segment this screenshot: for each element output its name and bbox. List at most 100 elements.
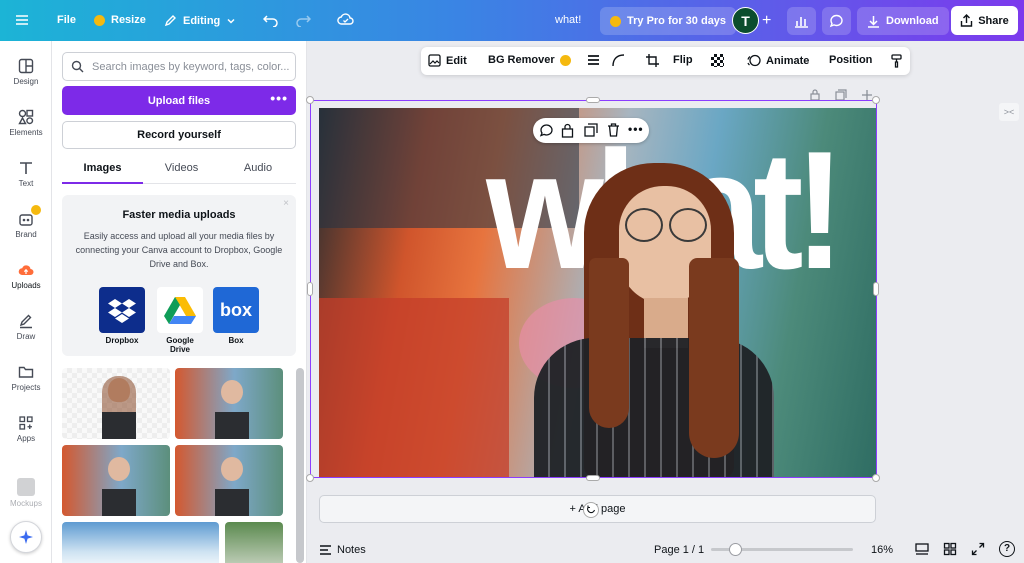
- rail-item-elements[interactable]: Elements: [0, 109, 52, 137]
- upload-files-button[interactable]: Upload files •••: [62, 86, 296, 115]
- flip-button[interactable]: Flip: [673, 54, 693, 66]
- more-options-icon[interactable]: •••: [628, 122, 644, 136]
- comment-add-icon[interactable]: [539, 123, 554, 138]
- magic-assistant-button[interactable]: [10, 521, 42, 553]
- upload-thumbnail[interactable]: [225, 522, 283, 563]
- upload-thumbnail[interactable]: [62, 368, 170, 439]
- help-icon[interactable]: ?: [999, 541, 1015, 557]
- cloud-save-icon[interactable]: [337, 13, 354, 26]
- bottom-bar: Notes Page 1 / 1 16% ?: [308, 535, 1024, 563]
- comments-button[interactable]: [822, 7, 851, 35]
- border-style-button[interactable]: [587, 54, 600, 66]
- rail-item-design[interactable]: Design: [0, 58, 52, 86]
- duplicate-icon[interactable]: [584, 123, 598, 137]
- resize-handle-right[interactable]: [873, 282, 879, 296]
- download-icon: [868, 15, 879, 28]
- resize-handle-bottom[interactable]: [586, 475, 600, 481]
- rail-item-draw[interactable]: Draw: [0, 313, 52, 341]
- chevron-down-icon: [227, 18, 235, 24]
- zoom-percentage[interactable]: 16%: [871, 544, 893, 556]
- search-input[interactable]: Search images by keyword, tags, color...: [62, 52, 296, 81]
- promo-title: Faster media uploads: [122, 209, 236, 221]
- pencil-icon: [164, 15, 176, 27]
- top-bar: File Resize Editing what! Try Pro for 30…: [0, 0, 1024, 41]
- notes-button[interactable]: Notes: [319, 544, 366, 556]
- document-title[interactable]: what!: [555, 14, 581, 26]
- tab-videos[interactable]: Videos: [143, 162, 220, 174]
- rail-item-brand[interactable]: Brand: [0, 205, 52, 239]
- add-collaborator-button[interactable]: +: [762, 12, 771, 30]
- resize-handle-bottom-right[interactable]: [872, 474, 880, 482]
- close-icon[interactable]: ×: [283, 198, 289, 209]
- google-drive-icon: [157, 287, 203, 333]
- box-button[interactable]: box Box: [213, 287, 259, 345]
- upload-thumbnail[interactable]: [62, 522, 219, 563]
- crop-button[interactable]: [646, 54, 659, 67]
- resize-handle-left[interactable]: [307, 282, 313, 296]
- copy-style-button[interactable]: [891, 54, 902, 68]
- paint-roller-icon: [891, 54, 902, 68]
- dropbox-button[interactable]: Dropbox: [99, 287, 145, 345]
- lock-icon[interactable]: [561, 123, 574, 138]
- avatar[interactable]: T: [732, 7, 759, 34]
- bg-remover-button[interactable]: BG Remover: [488, 54, 571, 66]
- corner-rounding-button[interactable]: [612, 54, 625, 67]
- file-menu[interactable]: File: [57, 14, 76, 26]
- layout-icon: [18, 58, 34, 74]
- tab-images[interactable]: Images: [62, 162, 143, 174]
- element-quick-toolbar: •••: [533, 118, 649, 143]
- zoom-slider-knob[interactable]: [729, 543, 742, 556]
- shapes-icon: [18, 109, 34, 125]
- animate-button[interactable]: Animate: [747, 54, 809, 67]
- mockups-icon: [17, 478, 35, 496]
- resize-button[interactable]: Resize: [94, 14, 146, 26]
- rail-item-mockups[interactable]: Mockups: [0, 478, 52, 508]
- sparkle-icon: [19, 530, 33, 544]
- share-button[interactable]: Share: [951, 6, 1018, 35]
- active-tab-indicator: [62, 182, 143, 184]
- bar-chart-icon: [795, 17, 808, 28]
- menu-icon[interactable]: [15, 13, 29, 27]
- insights-button[interactable]: [787, 7, 816, 35]
- upload-thumbnail[interactable]: [175, 445, 283, 516]
- zoom-slider[interactable]: [711, 543, 853, 556]
- redo-button[interactable]: [296, 13, 311, 27]
- trash-icon[interactable]: [607, 123, 620, 137]
- rotate-handle[interactable]: [583, 502, 599, 518]
- resize-handle-top-right[interactable]: [872, 96, 880, 104]
- rail-item-projects[interactable]: Projects: [0, 364, 52, 392]
- record-yourself-button[interactable]: Record yourself: [62, 121, 296, 149]
- image-toolbar: Edit BG Remover Flip Animate Position: [421, 47, 910, 75]
- editing-mode-dropdown[interactable]: Editing: [164, 14, 236, 27]
- fullscreen-icon[interactable]: [971, 542, 985, 556]
- try-pro-button[interactable]: Try Pro for 30 days: [600, 7, 737, 35]
- panel-scrollbar[interactable]: [296, 368, 304, 563]
- rail-item-uploads[interactable]: Uploads: [0, 262, 52, 290]
- resize-handle-top[interactable]: [586, 97, 600, 103]
- crop-icon: [646, 54, 659, 67]
- search-placeholder: Search images by keyword, tags, color...: [92, 60, 290, 73]
- edit-image-button[interactable]: Edit: [428, 54, 467, 67]
- page-indicator[interactable]: Page 1 / 1: [654, 544, 704, 556]
- position-button[interactable]: Position: [829, 54, 872, 66]
- resize-handle-top-left[interactable]: [306, 96, 314, 104]
- download-button[interactable]: Download: [857, 7, 949, 35]
- google-drive-button[interactable]: Google Drive: [156, 287, 204, 354]
- media-tabs: Images Videos Audio: [62, 158, 296, 184]
- faster-uploads-card: × Faster media uploads Easily access and…: [62, 195, 296, 356]
- corner-radius-icon: [612, 54, 625, 67]
- upload-thumbnail[interactable]: [62, 445, 170, 516]
- side-panel-toggle-icon[interactable]: ><: [999, 103, 1019, 121]
- search-icon: [71, 60, 84, 73]
- rail-item-apps[interactable]: Apps: [0, 415, 52, 443]
- pages-view-icon[interactable]: [915, 543, 929, 556]
- grid-view-icon[interactable]: [943, 542, 957, 556]
- resize-handle-bottom-left[interactable]: [306, 474, 314, 482]
- undo-button[interactable]: [263, 13, 278, 27]
- more-options-icon[interactable]: •••: [270, 91, 288, 105]
- transparency-button[interactable]: [711, 54, 724, 67]
- tab-audio[interactable]: Audio: [220, 162, 296, 174]
- upload-thumbnail[interactable]: [175, 368, 283, 439]
- rail-item-text[interactable]: Text: [0, 160, 52, 188]
- animate-icon: [747, 54, 761, 67]
